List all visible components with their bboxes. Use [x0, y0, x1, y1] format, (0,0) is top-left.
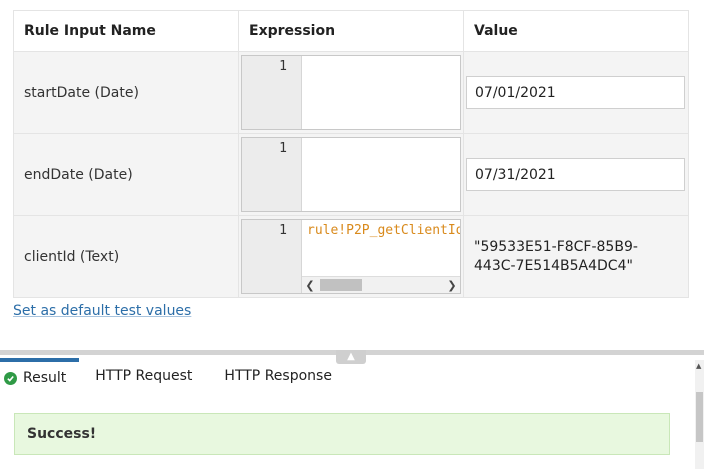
expression-code[interactable] [302, 56, 460, 129]
value-input[interactable] [466, 158, 685, 191]
rule-input-name: endDate (Date) [13, 133, 239, 216]
horizontal-scrollbar[interactable]: ❮ ❯ [302, 276, 460, 293]
scroll-thumb[interactable] [320, 279, 362, 291]
table-row: clientId (Text) 1 rule!P2P_getClientIdFr… [13, 215, 689, 298]
header-rule-input-name: Rule Input Name [13, 10, 239, 52]
expression-editor[interactable]: 1 [241, 55, 461, 130]
set-default-test-values-link[interactable]: Set as default test values [13, 303, 191, 319]
expression-code[interactable] [302, 138, 460, 211]
rule-inputs-table: Rule Input Name Expression Value startDa… [13, 10, 689, 298]
table-row: startDate (Date) 1 [13, 51, 689, 134]
scroll-left-icon[interactable]: ❮ [302, 279, 318, 292]
header-value: Value [463, 10, 689, 52]
scroll-up-icon[interactable]: ▲ [696, 362, 701, 370]
scroll-thumb[interactable] [696, 392, 703, 442]
rule-input-name: clientId (Text) [13, 215, 239, 298]
scroll-right-icon[interactable]: ❯ [444, 279, 460, 292]
expression-editor[interactable]: 1 [241, 137, 461, 212]
value-input[interactable] [466, 76, 685, 109]
header-expression: Expression [238, 10, 464, 52]
line-number: 1 [242, 138, 302, 211]
value-text: "59533E51-F8CF-85B9-443C-7E514B5A4DC4" [474, 238, 638, 274]
line-number: 1 [242, 56, 302, 129]
line-number: 1 [242, 220, 302, 293]
tab-http-request[interactable]: HTTP Request [79, 358, 208, 394]
tab-http-response[interactable]: HTTP Response [208, 358, 348, 394]
check-icon [4, 371, 17, 385]
table-row: endDate (Date) 1 [13, 133, 689, 216]
rule-input-name: startDate (Date) [13, 51, 239, 134]
result-tabs: Result HTTP Request HTTP Response [0, 358, 348, 394]
vertical-scrollbar[interactable]: ▲ [695, 360, 704, 469]
tab-result-label: Result [23, 370, 67, 386]
expression-editor[interactable]: 1 rule!P2P_getClientIdFromUser() ❮ ❯ [241, 219, 461, 294]
result-message: Success! [14, 413, 670, 455]
tab-result[interactable]: Result [0, 358, 80, 394]
